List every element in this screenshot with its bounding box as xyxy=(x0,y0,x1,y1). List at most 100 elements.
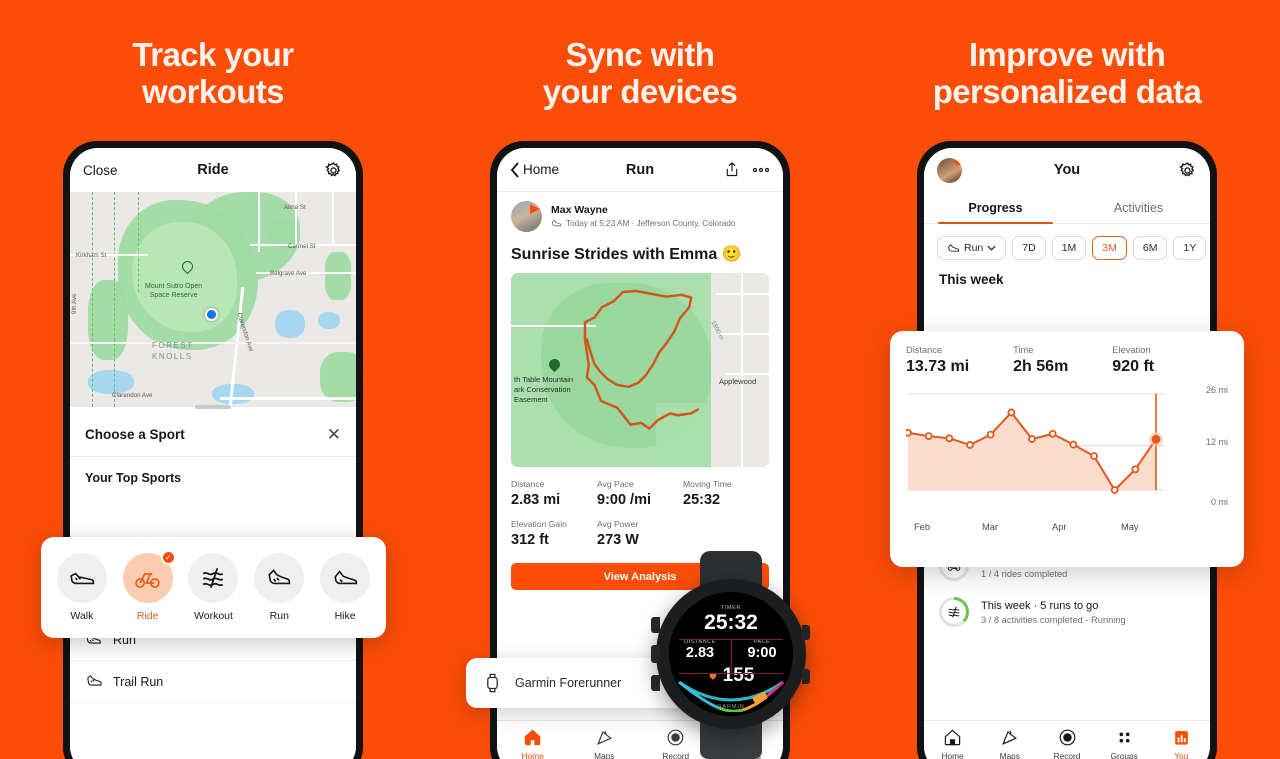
map-label: Kirkham St xyxy=(76,252,107,259)
close-icon[interactable]: ✕ xyxy=(327,426,341,443)
tab-record[interactable]: Record xyxy=(1038,728,1095,759)
sport-label: Ride xyxy=(136,610,159,622)
stat-value: 9:00 /mi xyxy=(597,492,651,508)
panel-3-headline: Improve with personalized data xyxy=(932,36,1202,110)
sport-option-run[interactable]: Run xyxy=(246,553,312,622)
panel-2-headline: Sync with your devices xyxy=(542,36,738,110)
chip-7d[interactable]: 7D xyxy=(1012,236,1046,260)
tab-you[interactable]: You xyxy=(1153,728,1210,759)
sheet-header: Choose a Sport ✕ xyxy=(70,412,356,457)
stat-label: Avg Power xyxy=(597,519,639,529)
promo-screenshot: Track your workouts Close Ride Mount Sut… xyxy=(0,0,1280,759)
sport-option-ride[interactable]: ✓ Ride xyxy=(115,550,181,622)
stat-value: 25:32 xyxy=(683,492,721,508)
map-label: Alma St xyxy=(284,204,306,211)
watch-icon xyxy=(487,673,498,693)
maps-icon xyxy=(596,730,612,745)
tab-label: You xyxy=(1174,751,1189,759)
summary-label: Time xyxy=(1013,345,1034,355)
tab-home[interactable]: Home xyxy=(497,728,569,759)
watch-button-right-bottom[interactable] xyxy=(802,669,810,684)
chip-6m[interactable]: 6M xyxy=(1132,236,1168,260)
list-item[interactable]: Trail Run xyxy=(70,661,356,703)
sport-option-walk[interactable]: Walk xyxy=(49,553,115,622)
map-label: Belgrave Ave xyxy=(270,270,307,277)
phone3-navbar: You xyxy=(924,148,1210,192)
phone-1-screen: Close Ride Mount Sutro Open Space Reserv… xyxy=(70,148,356,759)
summary-distance: Distance 13.73 mi xyxy=(906,345,969,376)
home-icon xyxy=(525,729,541,746)
tab-home[interactable]: Home xyxy=(924,728,981,759)
chip-3m[interactable]: 3M xyxy=(1092,236,1127,260)
top-sports-heading: Your Top Sports xyxy=(85,471,182,485)
back-button[interactable]: Home xyxy=(510,161,560,178)
groups-icon xyxy=(1119,732,1130,743)
phone1-navbar: Close Ride xyxy=(70,148,356,192)
goal-item[interactable]: This week · 5 runs to go 3 / 8 activitie… xyxy=(924,587,1210,633)
progress-activities-tabs: Progress Activities xyxy=(924,192,1210,225)
ride-map[interactable]: Mount Sutro Open Space Reserve FOREST KN… xyxy=(70,192,356,407)
watch-body: TIMER 25:32 DISTANCE 2.83 PACE 9:00 155 … xyxy=(651,579,810,729)
more-dots-icon[interactable] xyxy=(752,167,770,173)
distance-area-chart[interactable]: 26 mi 12 mi 0 mi Feb Mar Apr May xyxy=(906,385,1228,532)
activity-stats: Distance 2.83 mi Avg Pace 9:00 /mi Movin… xyxy=(497,467,783,552)
run-shoe-icon xyxy=(268,569,291,585)
goal-subtitle: 1 / 4 rides completed xyxy=(981,568,1068,579)
home-icon xyxy=(944,729,961,746)
current-location-dot xyxy=(205,308,218,321)
back-label: Home xyxy=(523,162,560,177)
settings-button[interactable] xyxy=(1178,161,1197,180)
stat-value: 273 W xyxy=(597,532,639,548)
profile-avatar-button[interactable] xyxy=(937,157,962,183)
watch-button-right-top[interactable] xyxy=(802,625,810,640)
x-tick-label: May xyxy=(1121,522,1139,532)
watch-button-top[interactable] xyxy=(651,617,660,633)
tab-label: Home xyxy=(521,751,544,759)
tab-activities[interactable]: Activities xyxy=(1067,192,1210,223)
sheet-grabber[interactable] xyxy=(195,405,231,409)
sport-option-hike[interactable]: Hike xyxy=(312,553,378,622)
post-meta-text: Today at 5:23 AM · Jefferson County, Col… xyxy=(566,219,736,228)
stat-distance: Distance 2.83 mi xyxy=(511,479,597,508)
gear-icon xyxy=(1179,161,1195,177)
maps-icon xyxy=(1002,730,1018,745)
x-tick-label: Feb xyxy=(914,522,931,532)
filter-chips: Run 7D 1M 3M 6M 1Y xyxy=(924,224,1210,268)
watch-button-bottom[interactable] xyxy=(651,675,660,691)
sport-option-workout[interactable]: Workout xyxy=(181,553,247,622)
map-town-label: Applewood xyxy=(719,377,757,386)
avatar xyxy=(511,201,542,232)
map-label: Carmel St xyxy=(288,243,316,250)
goal-subtitle: 3 / 8 activities completed - Running xyxy=(981,614,1126,625)
summary-elevation: Elevation 920 ft xyxy=(1112,345,1154,376)
summary-value: 920 ft xyxy=(1112,358,1155,375)
tab-maps[interactable]: Maps xyxy=(569,728,641,759)
watch-distance-value: 2.83 xyxy=(685,645,715,661)
tab-groups[interactable]: Groups xyxy=(1096,728,1153,759)
run-shoe-icon xyxy=(948,243,960,252)
avatar xyxy=(937,157,962,183)
workout-icon xyxy=(948,606,960,618)
tab-maps[interactable]: Maps xyxy=(981,728,1038,759)
device-label: Garmin Forerunner xyxy=(515,676,622,690)
chip-sport-filter[interactable]: Run xyxy=(937,236,1007,260)
watch-button-mid[interactable] xyxy=(651,645,660,663)
chip-1y[interactable]: 1Y xyxy=(1173,236,1207,260)
tab-progress[interactable]: Progress xyxy=(924,192,1067,225)
gear-icon xyxy=(325,161,341,177)
panel-1-headline: Track your workouts xyxy=(132,36,295,110)
chip-1m[interactable]: 1M xyxy=(1051,236,1087,260)
y-tick-label: 0 mi xyxy=(1210,497,1228,507)
tab-label: Home xyxy=(941,751,964,759)
top-sports-card: Walk ✓ Ride Workout Run Hike xyxy=(41,537,386,638)
activity-route-map[interactable]: th Table Mountain ark Conservation Easem… xyxy=(511,273,769,467)
settings-button[interactable] xyxy=(324,161,343,180)
tab-label: Maps xyxy=(594,751,615,759)
hike-circle xyxy=(320,553,371,603)
share-icon[interactable] xyxy=(724,161,740,178)
close-button[interactable]: Close xyxy=(83,163,118,178)
chip-label: Run xyxy=(964,242,984,254)
watch-pace-value: 9:00 xyxy=(747,645,777,661)
post-author-row[interactable]: Max Wayne Today at 5:23 AM · Jefferson C… xyxy=(497,192,783,236)
x-tick-label: Apr xyxy=(1052,522,1067,532)
